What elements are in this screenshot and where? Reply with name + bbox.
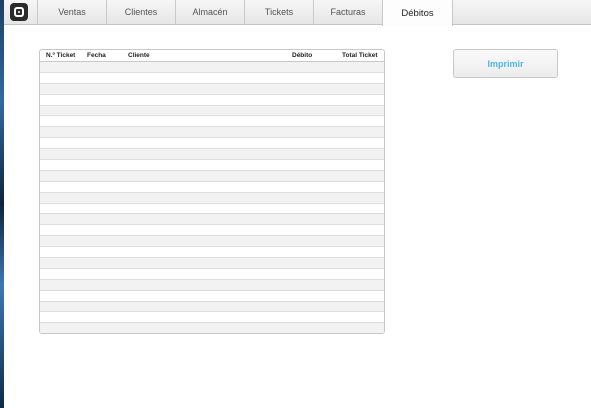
desktop-background-edge — [0, 0, 4, 408]
tab-bar: Ventas Clientes Almacén Tickets Facturas… — [4, 0, 591, 26]
table-row[interactable] — [40, 312, 384, 324]
table-row[interactable] — [40, 160, 384, 171]
table-row[interactable] — [40, 279, 384, 291]
tab-clientes[interactable]: Clientes — [106, 0, 175, 24]
tab-tickets[interactable]: Tickets — [244, 0, 313, 24]
tab-ventas[interactable]: Ventas — [37, 0, 106, 24]
table-row[interactable] — [40, 301, 384, 313]
table-row[interactable] — [40, 247, 384, 259]
table-row[interactable] — [40, 149, 384, 161]
app-logo-icon[interactable] — [10, 3, 28, 21]
table-row[interactable] — [40, 72, 384, 84]
table-row[interactable] — [40, 192, 384, 204]
column-header-ticket-number[interactable]: N.º Ticket — [46, 52, 75, 59]
tab-almacen[interactable]: Almacén — [175, 0, 244, 24]
table-row[interactable] — [40, 290, 384, 302]
table-row[interactable] — [40, 181, 384, 193]
table-row[interactable] — [40, 258, 384, 269]
tab-facturas[interactable]: Facturas — [313, 0, 382, 24]
table-row[interactable] — [40, 236, 384, 248]
table-row[interactable] — [40, 214, 384, 226]
table-row[interactable] — [40, 138, 384, 150]
table-header: N.º Ticket Fecha Cliente Débito Total Ti… — [40, 50, 384, 62]
debits-table: N.º Ticket Fecha Cliente Débito Total Ti… — [39, 49, 385, 334]
column-header-ticket-total[interactable]: Total Ticket — [342, 52, 378, 59]
table-row[interactable] — [40, 170, 384, 182]
table-row[interactable] — [40, 127, 384, 139]
table-row[interactable] — [40, 268, 384, 280]
column-header-client[interactable]: Cliente — [128, 52, 150, 59]
table-row[interactable] — [40, 116, 384, 128]
print-button[interactable]: Imprimir — [453, 49, 558, 78]
tab-debitos[interactable]: Débitos — [382, 0, 453, 26]
table-row[interactable] — [40, 94, 384, 106]
table-row[interactable] — [40, 62, 384, 73]
column-header-date[interactable]: Fecha — [87, 52, 106, 59]
table-row[interactable] — [40, 225, 384, 237]
table-row[interactable] — [40, 105, 384, 117]
table-row[interactable] — [40, 83, 384, 95]
table-row[interactable] — [40, 323, 384, 333]
column-header-debit[interactable]: Débito — [292, 52, 312, 59]
table-row[interactable] — [40, 203, 384, 215]
table-body[interactable] — [40, 62, 384, 333]
